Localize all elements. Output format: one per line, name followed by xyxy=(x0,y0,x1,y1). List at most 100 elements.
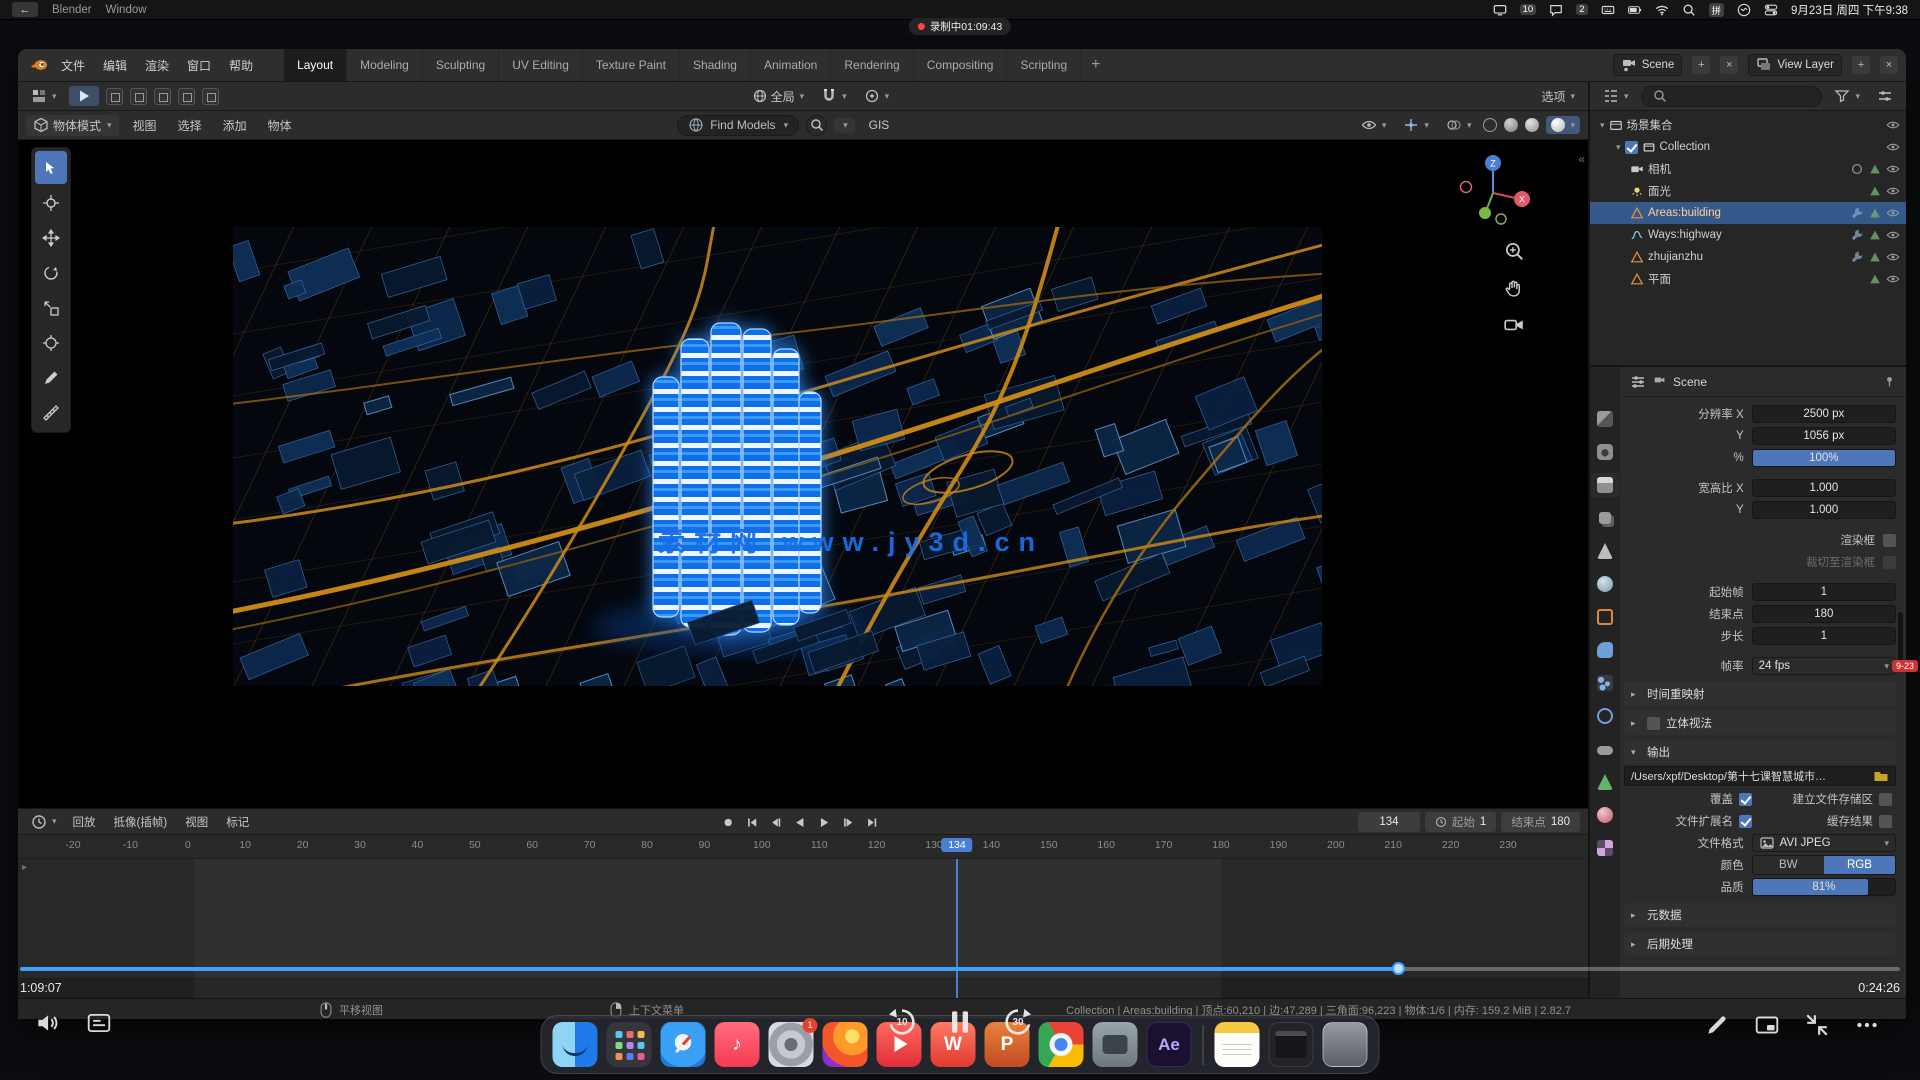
checkbox-缓存结果[interactable] xyxy=(1879,815,1892,828)
tool-play-button[interactable] xyxy=(69,86,99,106)
section-header-立体视法[interactable]: ▸立体视法 xyxy=(1624,711,1896,735)
checkbox-裁切至渲染框[interactable] xyxy=(1883,556,1896,569)
visibility-dropdown[interactable]: ▾ xyxy=(1356,115,1392,135)
volume-button[interactable] xyxy=(34,1010,60,1036)
find-models-dropdown[interactable]: Find Models▾ xyxy=(677,115,799,136)
outliner-row[interactable]: 相机 xyxy=(1590,158,1906,180)
visibility-eye-icon[interactable] xyxy=(1886,228,1900,242)
property-value-field[interactable]: 1.000 xyxy=(1752,501,1896,519)
battery-icon[interactable] xyxy=(1628,3,1642,17)
properties-tab-object-data[interactable] xyxy=(1591,770,1619,794)
dock-icon-compass[interactable] xyxy=(1039,1022,1084,1067)
timeline-editor-type-dropdown[interactable]: ▾ xyxy=(26,812,62,832)
next-keyframe-button[interactable] xyxy=(837,812,859,832)
visibility-eye-icon[interactable] xyxy=(1886,118,1900,132)
control-center-icon[interactable] xyxy=(1764,3,1778,17)
tool-move[interactable] xyxy=(35,221,67,254)
dock-icon-notes[interactable] xyxy=(1215,1022,1260,1067)
shading-wireframe-button[interactable] xyxy=(1483,118,1497,132)
input-method-badge[interactable]: 拼 xyxy=(1709,3,1725,17)
property-value-field[interactable]: 1056 px xyxy=(1752,427,1896,445)
property-value-field[interactable]: 1.000 xyxy=(1752,479,1896,497)
current-frame-field[interactable]: 134 xyxy=(1358,812,1420,832)
outliner-display-mode-dropdown[interactable]: ▾ xyxy=(1598,86,1634,106)
player-progress-bar[interactable] xyxy=(20,967,1900,971)
viewport-menu[interactable]: 物体 xyxy=(261,115,299,136)
keyboard-badge[interactable]: 10 xyxy=(1520,4,1537,15)
scene-selector[interactable]: Scene xyxy=(1613,54,1683,76)
add-workspace-button[interactable]: + xyxy=(1081,49,1110,81)
output-path-field[interactable]: /Users/xpf/Desktop/第十七课智慧城市… xyxy=(1624,766,1896,786)
property-slider[interactable]: 100% xyxy=(1752,449,1896,467)
topbar-menu[interactable]: 帮助 xyxy=(220,49,262,81)
proportional-editing-dropdown[interactable]: ▾ xyxy=(859,86,895,106)
properties-tab-view-layer[interactable] xyxy=(1591,506,1619,530)
topbar-menu[interactable]: 文件 xyxy=(52,49,94,81)
layer-dropdown[interactable]: ▾ xyxy=(834,118,855,133)
pip-button[interactable] xyxy=(1754,1012,1780,1038)
topbar-menu[interactable]: 编辑 xyxy=(94,49,136,81)
properties-tab-tool[interactable] xyxy=(1591,407,1619,431)
outliner-row[interactable]: ▾Collection xyxy=(1590,136,1906,158)
navigation-gizmo[interactable]: ZX xyxy=(1456,153,1530,227)
timeline-menu[interactable]: 视图 xyxy=(178,812,215,832)
workspace-tab-rendering[interactable]: Rendering xyxy=(831,49,913,81)
timeline-ruler[interactable]: -20-100102030405060708090100110120130140… xyxy=(18,835,1588,859)
visibility-eye-icon[interactable] xyxy=(1886,162,1900,176)
workspace-tab-shading[interactable]: Shading xyxy=(680,49,751,81)
rewind-10-button[interactable]: 10 xyxy=(886,1006,918,1038)
checkbox-渲染框[interactable] xyxy=(1883,534,1896,547)
property-value-field[interactable]: 2500 px xyxy=(1752,405,1896,423)
shading-material-button[interactable] xyxy=(1525,118,1539,132)
timeline-tracks[interactable]: ▸ xyxy=(18,859,1588,998)
frame-start-field[interactable]: 起始1 xyxy=(1425,812,1496,832)
dock-icon-firefox[interactable] xyxy=(823,1022,868,1067)
workspace-tab-sculpting[interactable]: Sculpting xyxy=(423,49,499,81)
checkbox-覆盖[interactable] xyxy=(1739,793,1752,806)
properties-tab-scene[interactable] xyxy=(1591,539,1619,563)
section-checkbox[interactable] xyxy=(1647,717,1660,730)
panel-collapse-icon[interactable]: « xyxy=(1578,152,1585,166)
dock-icon-settings[interactable]: 1 xyxy=(769,1022,814,1067)
tool-transform[interactable] xyxy=(35,326,67,359)
timeline-menu[interactable]: 标记 xyxy=(219,812,256,832)
checkbox-建立文件存储区[interactable] xyxy=(1879,793,1892,806)
player-progress-handle[interactable] xyxy=(1392,962,1405,975)
viewport-3d[interactable]: 素材网 www.jy3d.cn ZX « xyxy=(18,140,1588,808)
timeline-menu[interactable]: 回放 xyxy=(66,812,103,832)
disclosure-triangle-icon[interactable]: ▾ xyxy=(1616,142,1621,153)
dock-icon-preview-window[interactable] xyxy=(1269,1022,1314,1067)
topbar-menu[interactable]: 窗口 xyxy=(178,49,220,81)
workspace-tab-compositing[interactable]: Compositing xyxy=(914,49,1008,81)
editor-type-dropdown[interactable]: ▾ xyxy=(26,86,62,106)
pause-button[interactable] xyxy=(944,1006,976,1038)
gis-menu[interactable]: GIS xyxy=(862,116,897,134)
outliner-options-button[interactable] xyxy=(1872,86,1898,106)
properties-tab-object[interactable] xyxy=(1591,605,1619,629)
frame-end-field[interactable]: 结束点180 xyxy=(1501,812,1580,832)
wifi-icon[interactable] xyxy=(1655,3,1669,17)
playhead[interactable] xyxy=(956,859,958,998)
viewport-menu[interactable]: 视图 xyxy=(126,115,164,136)
menubar-clock[interactable]: 9月23日 周四 下午9:38 xyxy=(1791,2,1908,18)
snapping-dropdown[interactable]: ▾ xyxy=(816,86,852,106)
properties-tab-material[interactable] xyxy=(1591,803,1619,827)
visibility-eye-icon[interactable] xyxy=(1886,250,1900,264)
workspace-tab-uv-editing[interactable]: UV Editing xyxy=(499,49,583,81)
workspace-tab-animation[interactable]: Animation xyxy=(751,49,831,81)
outliner-row[interactable]: Ways:highway xyxy=(1590,224,1906,246)
properties-tab-constraints[interactable] xyxy=(1591,737,1619,761)
dock-icon-music[interactable]: ♪ xyxy=(715,1022,760,1067)
property-value-field[interactable]: 1 xyxy=(1752,627,1896,645)
options-dropdown[interactable]: 选项▾ xyxy=(1536,86,1580,107)
shading-rendered-button[interactable]: ▾ xyxy=(1546,116,1580,134)
jump-to-start-button[interactable] xyxy=(741,812,763,832)
dock-icon-finder[interactable] xyxy=(553,1022,598,1067)
dock-icon-utility[interactable] xyxy=(1093,1022,1138,1067)
properties-tab-modifiers[interactable] xyxy=(1591,638,1619,662)
property-dropdown[interactable]: AVI JPEG▾ xyxy=(1752,834,1896,852)
option-RGB[interactable]: RGB xyxy=(1824,856,1895,874)
notes-button[interactable] xyxy=(1704,1012,1730,1038)
properties-tab-world[interactable] xyxy=(1591,572,1619,596)
section-header-输出[interactable]: ▾输出 xyxy=(1624,740,1896,764)
